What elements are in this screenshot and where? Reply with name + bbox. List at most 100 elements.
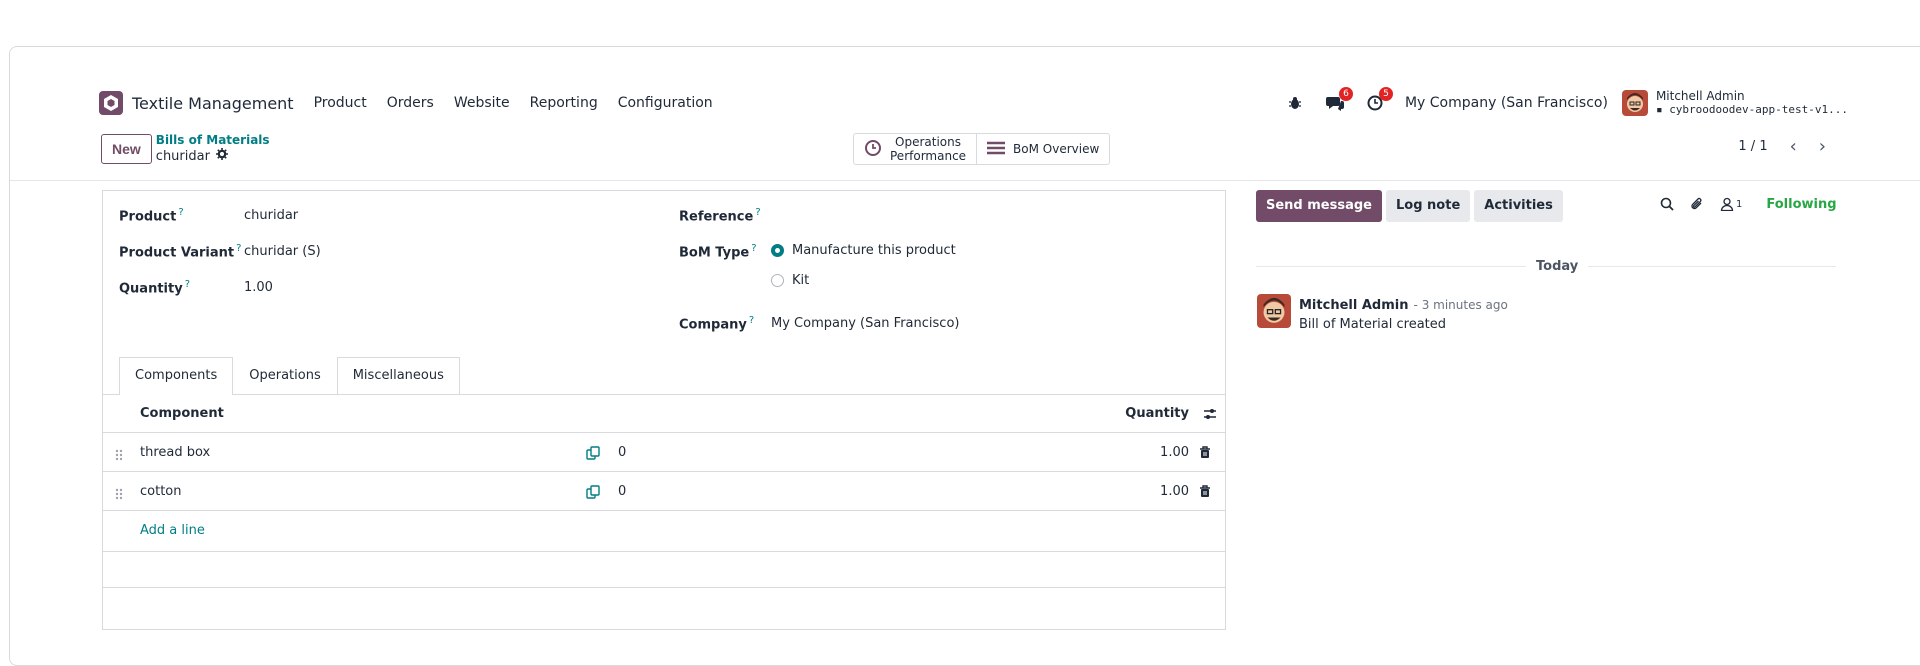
product-label: Product?	[119, 207, 184, 224]
reference-label-text: Reference	[679, 209, 754, 225]
message-author[interactable]: Mitchell Admin	[1299, 298, 1408, 313]
company-field[interactable]: My Company (San Francisco)	[771, 316, 959, 331]
product-label-text: Product	[119, 209, 177, 225]
bom-overview-label: BoM Overview	[1013, 142, 1100, 156]
bom-type-kit-label: Kit	[792, 273, 810, 288]
column-component[interactable]: Component	[140, 406, 224, 421]
quantity-field[interactable]: 1.00	[244, 280, 273, 295]
row-forecast: 0	[618, 445, 627, 460]
followers-user-icon[interactable]: 1	[1720, 197, 1742, 211]
date-separator-label: Today	[1526, 259, 1589, 274]
empty-row	[103, 552, 1225, 588]
debug-bug-icon[interactable]	[1285, 93, 1305, 113]
top-navbar: Textile Management Product Orders Websit…	[98, 87, 1848, 118]
message-author-avatar[interactable]	[1257, 294, 1291, 328]
forecast-report-icon[interactable]	[586, 485, 600, 503]
messages-badge: 6	[1338, 87, 1353, 101]
navbar-systray: 6 5 My Company (San Francisco) Mitchell …	[1285, 87, 1848, 118]
gear-icon[interactable]	[215, 148, 228, 164]
activities-clock-icon[interactable]: 5	[1365, 87, 1393, 113]
components-table-header: Component Quantity	[103, 395, 1225, 433]
row-component[interactable]: cotton	[140, 484, 182, 499]
breadcrumb-parent[interactable]: Bills of Materials	[156, 133, 270, 148]
new-button[interactable]: New	[101, 133, 152, 164]
tab-miscellaneous[interactable]: Miscellaneous	[336, 357, 460, 395]
product-field[interactable]: churidar	[244, 208, 298, 223]
quantity-help-tooltip[interactable]: ?	[185, 279, 190, 290]
user-avatar[interactable]	[1621, 90, 1648, 116]
pager-next-icon[interactable]: ›	[1819, 136, 1826, 157]
menu-reporting[interactable]: Reporting	[530, 95, 598, 111]
performance-label: Performance	[890, 149, 967, 163]
menu-website[interactable]: Website	[454, 95, 510, 111]
chatter-actions: Send message Log note Activities	[1256, 190, 1567, 222]
company-label: Company?	[679, 315, 754, 332]
tab-operations[interactable]: Operations	[233, 357, 336, 395]
product-variant-help-tooltip[interactable]: ?	[236, 243, 241, 254]
notebook-tabs: Components Operations Miscellaneous	[119, 357, 460, 395]
operations-performance-button[interactable]: Operations Performance	[854, 134, 976, 164]
control-panel: New Bills of Materials churidar	[101, 133, 270, 164]
pager-value[interactable]: 1 / 1	[1738, 139, 1767, 154]
breadcrumb-current: churidar	[156, 148, 270, 164]
trash-icon[interactable]	[1199, 446, 1211, 463]
smart-buttons: Operations Performance BoM Overview	[853, 133, 1111, 165]
user-name: Mitchell Admin	[1655, 89, 1745, 103]
drag-handle-icon[interactable]	[115, 446, 123, 465]
messages-icon[interactable]: 6	[1325, 87, 1353, 113]
bom-type-kit-radio[interactable]: Kit	[771, 273, 809, 288]
company-switcher[interactable]: My Company (San Francisco)	[1405, 95, 1608, 111]
following-button[interactable]: Following	[1766, 197, 1836, 212]
company-help-tooltip[interactable]: ?	[749, 315, 754, 326]
reference-label: Reference?	[679, 207, 761, 224]
forecast-report-icon[interactable]	[586, 446, 600, 464]
reference-help-tooltip[interactable]: ?	[755, 207, 760, 218]
row-forecast: 0	[618, 484, 627, 499]
search-icon[interactable]	[1660, 197, 1674, 211]
chatter-message: Mitchell Admin - 3 minutes ago Bill of M…	[1257, 294, 1508, 332]
row-quantity[interactable]: 1.00	[1160, 445, 1189, 460]
product-variant-field[interactable]: churidar (S)	[244, 244, 321, 259]
quantity-label-text: Quantity	[119, 281, 183, 297]
bom-type-manufacture-label: Manufacture this product	[792, 243, 956, 258]
activities-button[interactable]: Activities	[1474, 190, 1563, 222]
bom-type-manufacture-radio[interactable]: Manufacture this product	[771, 243, 956, 258]
pager: 1 / 1 ‹ ›	[1738, 136, 1826, 157]
add-line-link[interactable]: Add a line	[140, 523, 205, 538]
quantity-label: Quantity?	[119, 279, 190, 296]
operations-performance-label: Operations Performance	[890, 135, 966, 163]
bom-type-label-text: BoM Type	[679, 245, 750, 261]
app-logo-icon[interactable]	[98, 90, 124, 116]
menu-orders[interactable]: Orders	[387, 95, 434, 111]
pager-previous-icon[interactable]: ‹	[1790, 136, 1797, 157]
menu-configuration[interactable]: Configuration	[618, 95, 713, 111]
product-help-tooltip[interactable]: ?	[178, 207, 183, 218]
bom-type-help-tooltip[interactable]: ?	[751, 243, 756, 254]
tab-components[interactable]: Components	[119, 357, 234, 395]
table-row[interactable]: thread box 0 1.00	[103, 434, 1225, 472]
followers-count: 1	[1736, 198, 1743, 210]
radio-unselected-icon	[771, 274, 784, 287]
table-row[interactable]: cotton 0 1.00	[103, 473, 1225, 511]
row-quantity[interactable]: 1.00	[1160, 484, 1189, 499]
drag-handle-icon[interactable]	[115, 485, 123, 504]
bom-overview-button[interactable]: BoM Overview	[976, 134, 1109, 164]
row-component[interactable]: thread box	[140, 445, 210, 460]
column-quantity[interactable]: Quantity	[1125, 406, 1189, 421]
optional-columns-icon[interactable]	[1203, 406, 1217, 425]
database-name: ▪ cybroodoodev-app-test-v1...	[1655, 103, 1848, 116]
breadcrumb: Bills of Materials churidar	[156, 133, 270, 164]
log-note-button[interactable]: Log note	[1386, 190, 1471, 222]
company-label-text: Company	[679, 317, 747, 333]
operations-label: Operations	[895, 135, 962, 149]
message-time: - 3 minutes ago	[1413, 298, 1508, 312]
trash-icon[interactable]	[1199, 485, 1211, 502]
message-body: Bill of Material created	[1299, 317, 1447, 332]
app-name[interactable]: Textile Management	[132, 94, 294, 113]
bom-type-label: BoM Type?	[679, 243, 757, 260]
menu-product[interactable]: Product	[314, 95, 367, 111]
send-message-button[interactable]: Send message	[1256, 190, 1382, 222]
paperclip-icon[interactable]	[1690, 196, 1704, 212]
product-variant-label: Product Variant?	[119, 243, 241, 260]
user-menu[interactable]: Mitchell Admin ▪ cybroodoodev-app-test-v…	[1655, 89, 1848, 117]
